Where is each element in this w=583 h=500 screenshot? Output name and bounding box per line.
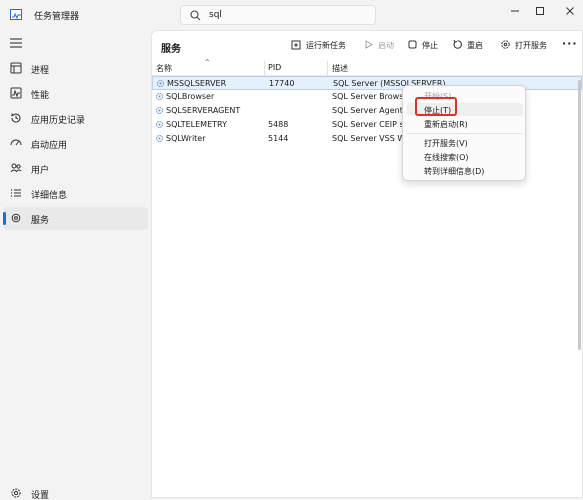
services-gear-icon [501, 40, 510, 49]
column-divider[interactable] [327, 61, 328, 76]
search-value: sql [209, 10, 222, 20]
menu-item-label: 在线搜索(O) [424, 153, 469, 162]
menu-item-label: 转到详细信息(D) [424, 167, 485, 176]
close-button[interactable] [555, 0, 583, 22]
column-header-pid[interactable]: PID [268, 63, 281, 72]
service-name: SQLBrowser [166, 92, 215, 101]
menu-item-label: 重新启动(R) [424, 120, 468, 129]
service-gear-icon [156, 93, 163, 100]
start-label: 启动 [378, 41, 394, 50]
app-title: 任务管理器 [34, 12, 80, 22]
restart-button[interactable]: 重启 [452, 38, 486, 54]
start-button[interactable]: 启动 [363, 38, 399, 54]
sidebar-item-performance[interactable]: 性能 [3, 82, 148, 105]
maximize-button[interactable] [525, 0, 555, 22]
service-pid: 5488 [268, 120, 289, 129]
page-title: 服务 [161, 44, 181, 55]
menu-item-go-to-details[interactable]: 转到详细信息(D) [407, 164, 523, 177]
sidebar-item-services[interactable]: 服务 [3, 207, 148, 230]
menu-separator [407, 133, 523, 134]
search-icon [190, 10, 201, 21]
sidebar: 进程 性能 应用历史记录 启动应用 用户 详细信息 服务 设置 [0, 30, 150, 500]
minimize-icon [511, 10, 519, 12]
maximize-icon [536, 7, 544, 15]
column-header-name[interactable]: 名称 [156, 63, 172, 74]
sidebar-item-label: 性能 [31, 91, 50, 101]
stop-icon [408, 40, 417, 49]
highlight-annotation-box [415, 97, 457, 116]
title-bar: 任务管理器 sql [0, 0, 583, 30]
service-gear-icon [156, 107, 163, 114]
service-name: SQLWriter [166, 134, 206, 143]
table-header: 名称 ⌃ PID 描述 [152, 58, 582, 76]
services-icon [11, 213, 21, 223]
service-name: MSSQLSERVER [167, 79, 227, 88]
play-icon [365, 40, 373, 49]
processes-icon [10, 62, 22, 74]
sidebar-item-settings[interactable]: 设置 [3, 482, 148, 500]
service-gear-icon [157, 80, 164, 87]
app-history-icon [11, 113, 21, 123]
open-services-button[interactable]: 打开服务 [500, 38, 556, 54]
menu-item-open-services[interactable]: 打开服务(V) [407, 136, 523, 149]
sidebar-item-label: 启动应用 [31, 141, 68, 151]
search-input[interactable]: sql [180, 5, 376, 25]
sidebar-item-users[interactable]: 用户 [3, 157, 148, 180]
close-icon [566, 7, 574, 15]
menu-item-search-online[interactable]: 在线搜索(O) [407, 150, 523, 163]
sidebar-item-label: 用户 [31, 166, 50, 176]
sidebar-item-label: 详细信息 [31, 191, 68, 201]
restart-icon [453, 39, 462, 49]
restart-label: 重启 [467, 41, 483, 50]
details-icon [11, 189, 21, 197]
startup-icon [10, 139, 22, 146]
service-gear-icon [156, 135, 163, 142]
service-name: SQLTELEMETRY [166, 120, 227, 129]
column-header-description[interactable]: 描述 [332, 63, 348, 74]
vertical-scrollbar[interactable] [578, 80, 581, 350]
service-gear-icon [156, 121, 163, 128]
menu-item-restart[interactable]: 重新启动(R) [407, 117, 523, 130]
sidebar-item-label: 设置 [31, 491, 50, 500]
task-manager-app-icon [10, 9, 22, 20]
run-new-task-icon [291, 40, 301, 50]
hamburger-menu-icon[interactable] [10, 38, 22, 48]
sidebar-item-label: 进程 [31, 66, 50, 76]
sidebar-item-processes[interactable]: 进程 [3, 57, 148, 80]
gear-icon [11, 488, 21, 498]
sidebar-item-details[interactable]: 详细信息 [3, 182, 148, 205]
open-services-label: 打开服务 [515, 41, 547, 50]
service-pid: 5144 [268, 134, 289, 143]
service-name: SQLSERVERAGENT [166, 106, 241, 115]
sidebar-item-app-history[interactable]: 应用历史记录 [3, 107, 148, 130]
stop-button[interactable]: 停止 [407, 38, 441, 54]
sidebar-item-label: 服务 [31, 216, 50, 226]
users-icon [10, 163, 22, 173]
sort-ascending-icon: ⌃ [204, 58, 211, 67]
column-divider[interactable] [264, 61, 265, 76]
run-new-task-button[interactable]: 运行新任务 [291, 38, 363, 54]
menu-item-label: 打开服务(V) [424, 139, 468, 148]
service-pid: 17740 [269, 79, 295, 88]
sidebar-item-startup[interactable]: 启动应用 [3, 132, 148, 155]
more-options-button[interactable]: ··· [562, 37, 578, 50]
performance-icon [10, 87, 22, 99]
run-new-task-label: 运行新任务 [306, 41, 346, 50]
stop-label: 停止 [422, 41, 438, 50]
sidebar-item-label: 应用历史记录 [31, 116, 86, 126]
